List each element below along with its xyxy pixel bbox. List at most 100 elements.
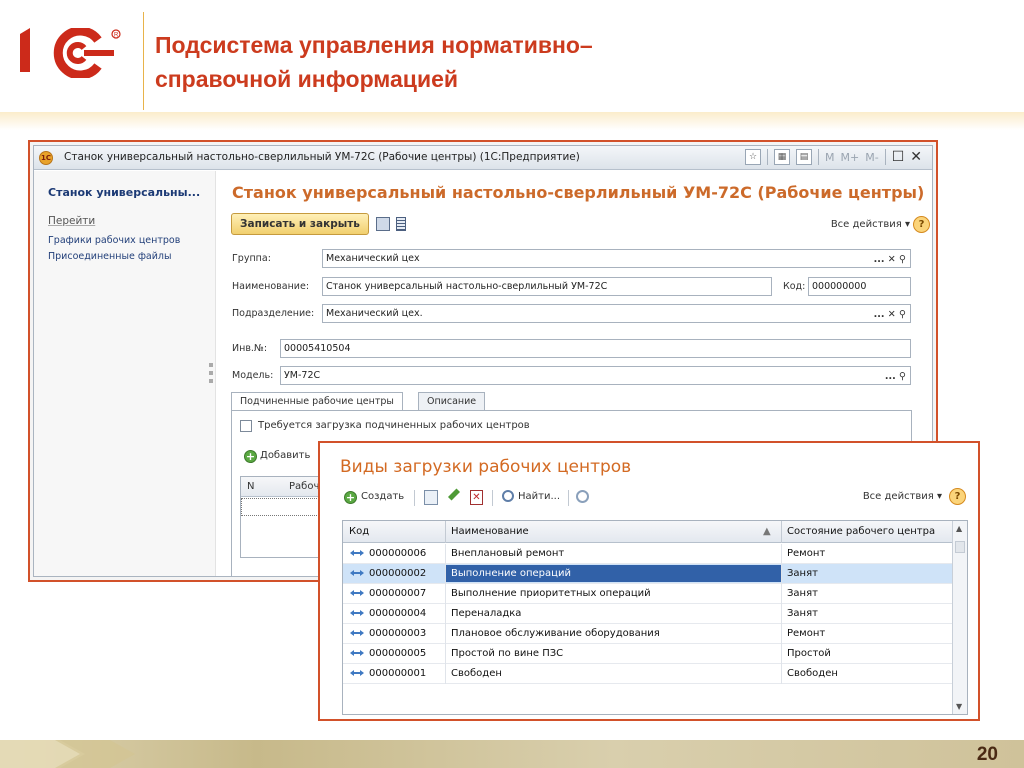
table-row[interactable]: 000000001 Свободен Свободен — [343, 664, 953, 684]
favorite-icon[interactable]: ☆ — [745, 149, 762, 165]
load-required-checkbox[interactable] — [240, 420, 252, 432]
item-icon — [350, 590, 364, 596]
calendar-icon[interactable]: ▤ — [796, 149, 813, 165]
resize-grip[interactable] — [209, 379, 213, 383]
create-button[interactable]: Создать — [361, 491, 404, 502]
load-required-label: Требуется загрузка подчиненных рабочих ц… — [258, 420, 530, 431]
column-separator — [781, 564, 782, 584]
resize-grip[interactable] — [209, 363, 213, 367]
column-separator — [781, 664, 782, 684]
column-n[interactable]: N — [247, 481, 254, 492]
column-separator — [781, 604, 782, 624]
model-field[interactable]: УМ-72С ... ⚲ — [280, 366, 911, 385]
slide-title: Подсистема управления нормативно– справо… — [155, 28, 755, 96]
table-row[interactable]: 000000006 Внеплановый ремонт Ремонт — [343, 544, 953, 564]
save-and-close-button[interactable]: Записать и закрыть — [231, 213, 369, 235]
code-cell: 000000001 — [369, 668, 427, 679]
memory-button-mminus[interactable]: M- — [865, 151, 878, 164]
add-icon[interactable]: + — [244, 450, 257, 463]
code-label: Код: — [783, 281, 806, 292]
table-row[interactable]: 000000005 Простой по вине ПЗС Простой — [343, 644, 953, 664]
name-cell: Внеплановый ремонт — [451, 548, 565, 559]
state-cell: Ремонт — [787, 628, 826, 639]
separator — [767, 149, 769, 165]
help-icon[interactable]: ? — [949, 488, 966, 505]
list-icon[interactable] — [396, 217, 406, 231]
item-icon — [350, 630, 364, 636]
nav-link-schedules[interactable]: Графики рабочих центров — [48, 235, 180, 246]
tab-subordinate-centers[interactable]: Подчиненные рабочие центры — [231, 392, 403, 410]
help-icon[interactable]: ? — [913, 216, 930, 233]
1c-logo: R — [20, 28, 121, 78]
all-actions-menu[interactable]: Все действия ▾ — [831, 219, 910, 230]
delete-icon[interactable]: ✕ — [470, 490, 483, 505]
division-select-buttons[interactable]: ... ✕ ⚲ — [874, 306, 906, 322]
load-types-toolbar: + Создать ✕ Найти... Все действия ▾ ? — [344, 488, 966, 510]
create-icon[interactable]: + — [344, 491, 357, 504]
table-row[interactable]: 000000004 Переналадка Занят — [343, 604, 953, 624]
column-separator — [445, 521, 446, 543]
window-titlebar[interactable]: 1С Станок универсальный настольно-сверли… — [34, 146, 932, 170]
form-title: Станок универсальный настольно-сверлильн… — [232, 183, 925, 202]
copy-icon[interactable] — [424, 490, 438, 505]
name-field[interactable]: Станок универсальный настольно-сверлильн… — [322, 277, 772, 296]
edit-icon[interactable] — [447, 488, 461, 501]
window-title: Станок универсальный настольно-сверлильн… — [64, 151, 580, 163]
inv-field[interactable]: 00005410504 — [280, 339, 911, 358]
load-types-title: Виды загрузки рабочих центров — [340, 457, 632, 477]
scroll-down-icon[interactable]: ▼ — [956, 702, 962, 711]
group-select-buttons[interactable]: ... ✕ ⚲ — [874, 251, 906, 267]
column-code[interactable]: Код — [349, 526, 369, 537]
slide: R Подсистема управления нормативно– спра… — [0, 0, 1024, 768]
group-field[interactable]: Механический цех ... ✕ ⚲ — [322, 249, 911, 268]
column-separator — [445, 544, 446, 564]
resize-grip[interactable] — [209, 371, 213, 375]
table-row[interactable]: 000000003 Плановое обслуживание оборудова… — [343, 624, 953, 644]
name-cell: Переналадка — [451, 608, 522, 619]
save-icon[interactable] — [376, 217, 390, 231]
code-cell: 000000006 — [369, 548, 427, 559]
column-separator — [781, 624, 782, 644]
vertical-scrollbar[interactable]: ▲ ▼ — [952, 521, 967, 714]
cancel-search-icon[interactable] — [576, 490, 589, 503]
item-icon — [350, 650, 364, 656]
table-row[interactable]: 000000002 Выполнение операций Занят — [343, 564, 953, 584]
model-value: УМ-72С — [284, 370, 321, 381]
svg-text:R: R — [114, 33, 119, 39]
find-button[interactable]: Найти... — [518, 491, 560, 502]
code-field[interactable]: 000000000 — [808, 277, 911, 296]
column-separator — [445, 644, 446, 664]
column-workcenter[interactable]: Рабоч — [289, 481, 319, 492]
code-cell: 000000007 — [369, 588, 427, 599]
division-field[interactable]: Механический цех. ... ✕ ⚲ — [322, 304, 911, 323]
scroll-thumb[interactable] — [955, 541, 965, 553]
code-cell: 000000004 — [369, 608, 427, 619]
search-icon[interactable] — [502, 490, 514, 502]
name-cell: Плановое обслуживание оборудования — [451, 628, 660, 639]
group-label: Группа: — [232, 253, 271, 264]
inv-label: Инв.№: — [232, 343, 268, 354]
calculator-icon[interactable]: ▦ — [774, 149, 791, 165]
memory-button-mplus[interactable]: M+ — [841, 151, 860, 164]
scroll-up-icon[interactable]: ▲ — [956, 524, 962, 533]
slide-title-line1: Подсистема управления нормативно– — [155, 32, 593, 58]
column-state[interactable]: Состояние рабочего центра — [787, 526, 935, 537]
separator — [414, 490, 415, 506]
model-select-buttons[interactable]: ... ⚲ — [885, 368, 906, 384]
column-name[interactable]: Наименование — [451, 526, 529, 537]
add-button[interactable]: Добавить — [260, 450, 310, 461]
slide-footer: 20 — [0, 740, 1024, 768]
nav-title[interactable]: Станок универсальны... — [48, 186, 200, 199]
nav-go-label: Перейти — [48, 215, 96, 227]
maximize-icon[interactable]: ☐ — [892, 149, 905, 165]
sort-icon[interactable]: ▲ — [763, 526, 771, 537]
close-icon[interactable]: ✕ — [910, 149, 922, 165]
memory-button-m[interactable]: M — [825, 151, 835, 164]
all-actions-menu[interactable]: Все действия ▾ — [863, 491, 942, 502]
nav-link-files[interactable]: Присоединенные файлы — [48, 251, 172, 262]
state-cell: Занят — [787, 568, 818, 579]
tab-description[interactable]: Описание — [418, 392, 486, 410]
page-number: 20 — [976, 744, 998, 765]
footer-decoration — [0, 740, 135, 768]
table-row[interactable]: 000000007 Выполнение приоритетных операци… — [343, 584, 953, 604]
